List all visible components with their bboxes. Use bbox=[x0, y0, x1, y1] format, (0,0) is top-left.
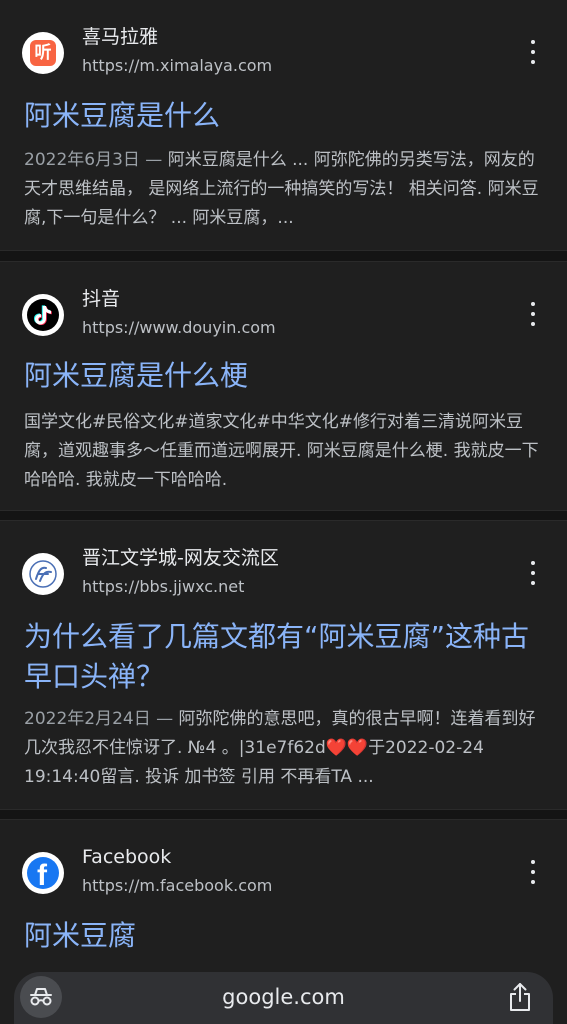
site-header[interactable]: 抖音 https://www.douyin.com bbox=[22, 286, 547, 342]
search-result-card: f Facebook https://m.facebook.com 阿米豆腐 bbox=[0, 819, 567, 971]
site-header[interactable]: 晋江文学城-网友交流区 https://bbs.jjwxc.net bbox=[22, 545, 547, 601]
result-snippet: 2022年6月3日 — 阿米豆腐是什么 ... 阿弥陀佛的另类写法，网友的天才思… bbox=[24, 146, 546, 233]
site-header[interactable]: 听 喜马拉雅 https://m.ximalaya.com bbox=[22, 24, 547, 80]
search-result-card: 晋江文学城-网友交流区 https://bbs.jjwxc.net 为什么看了几… bbox=[0, 520, 567, 810]
more-options-icon[interactable] bbox=[525, 860, 541, 884]
result-snippet-text: 国学文化#民俗文化#道家文化#中华文化#修行对着三清说阿米豆腐，道观趣事多～任重… bbox=[24, 412, 539, 490]
site-url: https://m.ximalaya.com bbox=[82, 56, 273, 75]
more-options-icon[interactable] bbox=[525, 302, 541, 326]
site-name: Facebook bbox=[82, 846, 172, 868]
site-header[interactable]: f Facebook https://m.facebook.com bbox=[22, 844, 547, 900]
douyin-note-icon bbox=[22, 294, 64, 336]
result-title-link[interactable]: 阿米豆腐是什么梗 bbox=[24, 356, 544, 396]
search-result-card: 抖音 https://www.douyin.com 阿米豆腐是什么梗 国学文化#… bbox=[0, 261, 567, 511]
current-domain[interactable]: google.com bbox=[14, 982, 553, 1012]
browser-bottom-bar: google.com bbox=[0, 958, 567, 1024]
result-title-link[interactable]: 为什么看了几篇文都有“阿米豆腐”这种古早口头禅？ bbox=[24, 617, 544, 697]
result-date: 2022年6月3日 — bbox=[24, 150, 168, 170]
result-title-link[interactable]: 阿米豆腐 bbox=[24, 916, 544, 956]
site-url: https://bbs.jjwxc.net bbox=[82, 577, 245, 596]
ximalaya-listen-icon: 听 bbox=[22, 32, 64, 74]
jjwxc-logo-icon bbox=[22, 553, 64, 595]
facebook-logo-icon: f bbox=[22, 852, 64, 894]
result-snippet: 2022年2月24日 — 阿弥陀佛的意思吧，真的很古早啊！连着看到好几次我忍不住… bbox=[24, 705, 546, 792]
site-url: https://m.facebook.com bbox=[82, 876, 273, 895]
site-name: 喜马拉雅 bbox=[82, 26, 159, 48]
share-icon[interactable] bbox=[505, 980, 535, 1014]
result-snippet: 国学文化#民俗文化#道家文化#中华文化#修行对着三清说阿米豆腐，道观趣事多～任重… bbox=[24, 408, 546, 495]
site-name: 抖音 bbox=[82, 288, 121, 310]
result-title-link[interactable]: 阿米豆腐是什么 bbox=[24, 96, 544, 136]
search-results-page: 听 喜马拉雅 https://m.ximalaya.com 阿米豆腐是什么 20… bbox=[0, 0, 567, 1024]
site-url: https://www.douyin.com bbox=[82, 318, 276, 337]
site-name: 晋江文学城-网友交流区 bbox=[82, 547, 279, 569]
more-options-icon[interactable] bbox=[525, 561, 541, 585]
search-result-card: 听 喜马拉雅 https://m.ximalaya.com 阿米豆腐是什么 20… bbox=[0, 0, 567, 251]
more-options-icon[interactable] bbox=[525, 40, 541, 64]
address-bar[interactable]: google.com bbox=[14, 972, 553, 1024]
result-date: 2022年2月24日 — bbox=[24, 709, 179, 729]
